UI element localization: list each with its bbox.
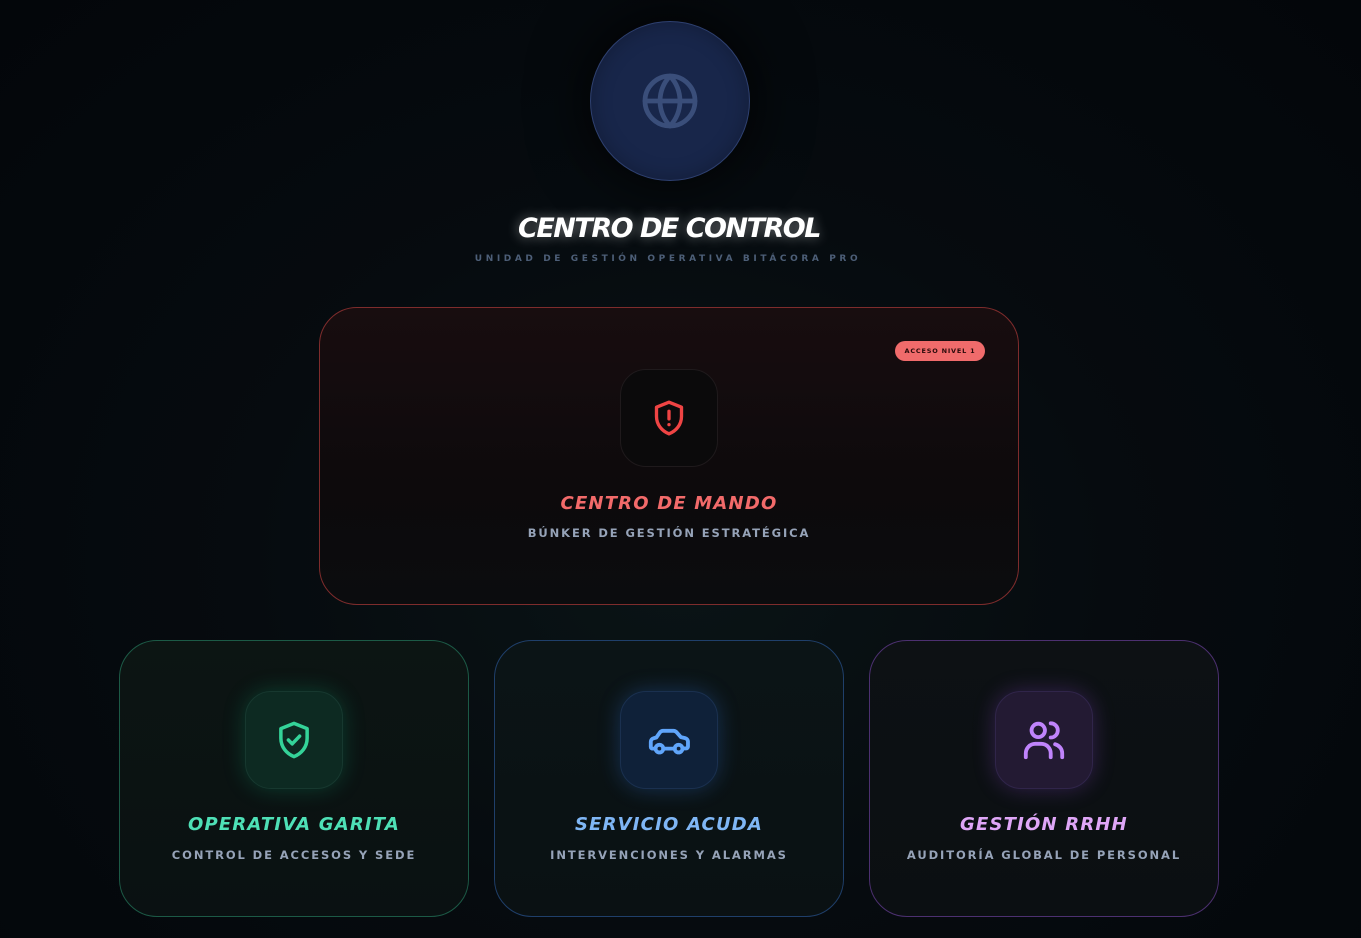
card-gestion-rrhh[interactable]: GESTIÓN RRHH AUDITORÍA GLOBAL DE PERSONA… [869, 640, 1219, 917]
card-description: CONTROL DE ACCESOS Y SEDE [171, 848, 417, 862]
card-operativa-garita[interactable]: OPERATIVA GARITA CONTROL DE ACCESOS Y SE… [119, 640, 469, 917]
card-title: SERVICIO ACUDA [574, 814, 764, 835]
card-servicio-acuda[interactable]: SERVICIO ACUDA INTERVENCIONES Y ALARMAS [494, 640, 844, 917]
card-title: GESTIÓN RRHH [960, 814, 1128, 835]
card-description: AUDITORÍA GLOBAL DE PERSONAL [906, 848, 1182, 862]
shield-check-icon [279, 721, 309, 759]
card-description: BÚNKER DE GESTIÓN ESTRATÉGICA [527, 526, 811, 540]
page-subtitle: UNIDAD DE GESTIÓN OPERATIVA BITÁCORA PRO [474, 254, 862, 264]
card-icon-tile [620, 691, 718, 789]
card-title: OPERATIVA GARITA [187, 814, 400, 835]
card-icon-tile [995, 691, 1093, 789]
card-icon-tile [245, 691, 343, 789]
globe-icon [642, 73, 698, 129]
users-icon [1023, 721, 1065, 760]
access-level-badge: ACCESO NIVEL 1 [895, 341, 985, 361]
card-description: INTERVENCIONES Y ALARMAS [550, 848, 788, 862]
card-icon-tile [620, 369, 718, 467]
card-centro-de-mando[interactable]: ACCESO NIVEL 1 CENTRO DE MANDO BÚNKER DE… [319, 307, 1019, 605]
header-logo [590, 21, 750, 181]
card-title: CENTRO DE MANDO [560, 493, 778, 514]
page-title: CENTRO DE CONTROL [518, 213, 821, 244]
shield-alert-icon [654, 400, 684, 436]
car-icon [648, 728, 690, 755]
